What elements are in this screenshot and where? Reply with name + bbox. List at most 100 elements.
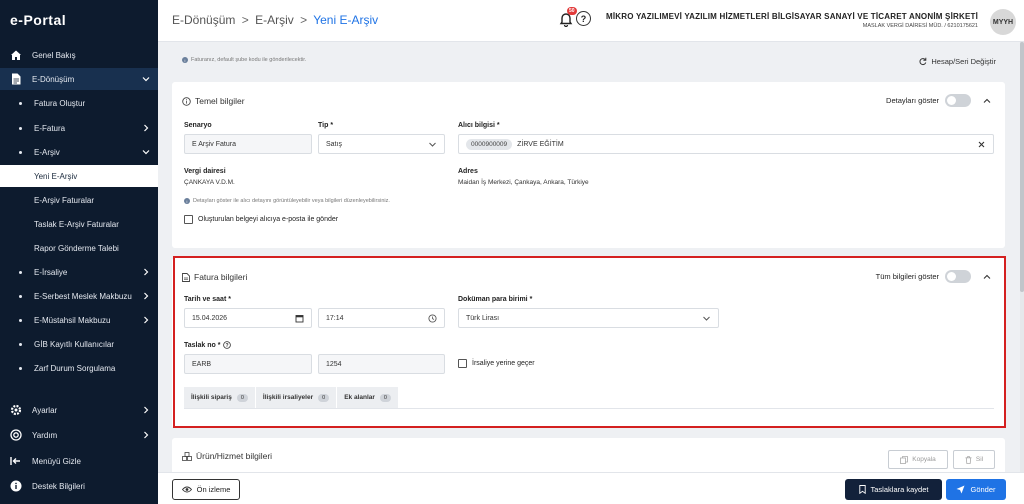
info-icon (10, 480, 22, 492)
sidebar-item-fatura-olustur[interactable]: Fatura Oluştur (0, 92, 158, 114)
sidebar-item-ayarlar[interactable]: Ayarlar (0, 399, 158, 421)
email-checkbox-row[interactable]: Oluşturulan belgeyi alıcıya e-posta ile … (184, 215, 338, 224)
chevron-right-icon (144, 316, 149, 324)
sidebar-item-genel-bakis[interactable]: Genel Bakış (0, 44, 158, 66)
taslaklara-kaydet-button[interactable]: Taslaklara kaydet (845, 479, 942, 500)
sidebar-item-label: E-Müstahsil Makbuzu (34, 315, 111, 325)
sidebar-item-label: Taslak E-Arşiv Faturalar (34, 219, 119, 229)
chevron-right-icon (144, 292, 149, 300)
boxes-icon (182, 451, 192, 461)
sidebar-item-label: E-Arşiv (34, 147, 60, 157)
temel-bilgiler-card: Temel bilgiler Detayları göster Senaryo … (172, 82, 1005, 248)
sidebar-item-destek-bilgileri[interactable]: Destek Bilgileri (0, 475, 158, 497)
highlight-frame (173, 256, 1006, 428)
collapse-chevron-up-icon[interactable] (983, 97, 991, 105)
sidebar-item-e-serbest-meslek[interactable]: E-Serbest Meslek Makbuzu (0, 285, 158, 307)
senaryo-field[interactable]: E Arşiv Fatura (184, 134, 312, 154)
sidebar-item-e-donusum[interactable]: E-Dönüşüm (0, 68, 158, 90)
bullet-icon (19, 366, 22, 370)
main-content: i Faturanız, default şube kodu ile gönde… (158, 42, 1020, 478)
kopyala-button[interactable]: Kopyala (888, 450, 948, 469)
tip-select[interactable]: Satış (318, 134, 445, 154)
bullet-icon (19, 101, 22, 105)
sidebar-item-label: Rapor Gönderme Talebi (34, 243, 119, 253)
sidebar-item-e-mustahsil[interactable]: E-Müstahsil Makbuzu (0, 309, 158, 331)
bullet-icon (19, 270, 22, 274)
urun-hizmet-title: Ürün/Hizmet bilgileri (182, 451, 272, 461)
info-icon: i (182, 57, 188, 63)
sidebar-item-menuyu-gizle[interactable]: Menüyü Gizle (0, 450, 158, 472)
sil-button[interactable]: Sil (953, 450, 995, 469)
sidebar-item-label: E-Arşiv Faturalar (34, 195, 95, 205)
breadcrumb-item[interactable]: E-Arşiv (255, 13, 294, 27)
chevron-right-icon (144, 406, 149, 414)
alici-select[interactable]: 0000900009 ZİRVE EĞİTİM (458, 134, 994, 154)
detaylari-goster-toggle[interactable] (945, 94, 971, 107)
sidebar-item-yardim[interactable]: Yardım (0, 424, 158, 446)
temel-bilgiler-title: Temel bilgiler (182, 96, 245, 106)
sidebar-item-e-arsiv-faturalar[interactable]: E-Arşiv Faturalar (0, 189, 158, 211)
chevron-right-icon (144, 124, 149, 132)
scrollbar[interactable] (1020, 42, 1024, 472)
sidebar-item-zarf-durum[interactable]: Zarf Durum Sorgulama (0, 357, 158, 379)
sidebar-item-label: E-Serbest Meslek Makbuzu (34, 291, 132, 301)
sidebar-item-label: Yardım (32, 430, 58, 440)
senaryo-label: Senaryo (184, 122, 212, 129)
chevron-down-icon (142, 150, 150, 155)
sidebar-item-rapor-gonderme-talebi[interactable]: Rapor Gönderme Talebi (0, 237, 158, 259)
senaryo-value: E Arşiv Fatura (192, 140, 236, 148)
sidebar-item-label: Zarf Durum Sorgulama (34, 363, 116, 373)
avatar[interactable]: MYYH (990, 9, 1016, 35)
top-header: E-Dönüşüm > E-Arşiv > Yeni E-Arşiv 50 ? … (158, 0, 1024, 42)
alici-name: ZİRVE EĞİTİM (517, 140, 564, 148)
sidebar-item-e-irsaliye[interactable]: E-İrsaliye (0, 261, 158, 283)
breadcrumb-current: Yeni E-Arşiv (313, 13, 379, 27)
sidebar-item-label: Yeni E-Arşiv (34, 171, 78, 181)
chevron-down-icon (142, 77, 150, 82)
gonder-button[interactable]: Gönder (946, 479, 1006, 500)
sidebar-item-yeni-e-arsiv[interactable]: Yeni E-Arşiv (0, 165, 158, 187)
scrollbar-thumb[interactable] (1020, 42, 1024, 292)
sidebar-item-label: Genel Bakış (32, 50, 76, 60)
sidebar-item-e-arsiv[interactable]: E-Arşiv (0, 141, 158, 163)
sidebar-item-label: Menüyü Gizle (32, 456, 81, 466)
app-logo: e-Portal (10, 12, 67, 28)
info-text: Faturanız, default şube kodu ile gönderi… (191, 57, 307, 63)
breadcrumb-separator: > (300, 13, 308, 27)
hesap-label: Hesap/Seri Değiştir (931, 57, 996, 66)
sidebar-item-taslak-e-arsiv-faturalar[interactable]: Taslak E-Arşiv Faturalar (0, 213, 158, 235)
breadcrumb: E-Dönüşüm > E-Arşiv > Yeni E-Arşiv (172, 13, 378, 27)
taslaklara-kaydet-label: Taslaklara kaydet (870, 485, 929, 494)
alici-vkn-chip: 0000900009 (466, 138, 513, 150)
card-title-text: Ürün/Hizmet bilgileri (196, 451, 273, 461)
info-line: i Faturanız, default şube kodu ile gönde… (182, 57, 306, 63)
info-circle-icon (182, 96, 191, 106)
breadcrumb-item[interactable]: E-Dönüşüm (172, 13, 235, 27)
sidebar-item-label: GİB Kayıtlı Kullanıcılar (34, 339, 115, 349)
sidebar-item-gib-kayitli[interactable]: GİB Kayıtlı Kullanıcılar (0, 333, 158, 355)
chevron-down-icon (429, 142, 436, 147)
sidebar-item-e-fatura[interactable]: E-Fatura (0, 117, 158, 139)
sidebar-item-label: Fatura Oluştur (34, 98, 86, 108)
sidebar-item-label: E-İrsaliye (34, 267, 68, 277)
help-icon[interactable]: ? (576, 11, 591, 26)
company-info: MİKRO YAZILIMEVİ YAZILIM HİZMETLERİ BİLG… (606, 12, 978, 29)
tip-value: Satış (326, 140, 342, 148)
send-icon (956, 485, 965, 494)
bookmark-icon (858, 485, 866, 494)
gear-icon (10, 404, 22, 416)
trash-icon (965, 455, 972, 464)
vergi-dairesi-label: Vergi dairesi (184, 168, 226, 175)
onizleme-button[interactable]: Ön izleme (172, 479, 240, 500)
collapse-icon (10, 455, 22, 467)
sidebar-item-label: E-Dönüşüm (32, 74, 75, 84)
email-checkbox[interactable] (184, 215, 193, 224)
email-checkbox-label: Oluşturulan belgeyi alıcıya e-posta ile … (198, 216, 339, 223)
bullet-icon (19, 342, 22, 346)
sil-label: Sil (975, 456, 984, 463)
document-icon (10, 73, 22, 85)
bullet-icon (19, 150, 22, 154)
lifebuoy-icon (10, 429, 22, 441)
clear-icon[interactable] (977, 140, 986, 149)
hesap-seri-degistir-link[interactable]: Hesap/Seri Değiştir (918, 57, 996, 66)
